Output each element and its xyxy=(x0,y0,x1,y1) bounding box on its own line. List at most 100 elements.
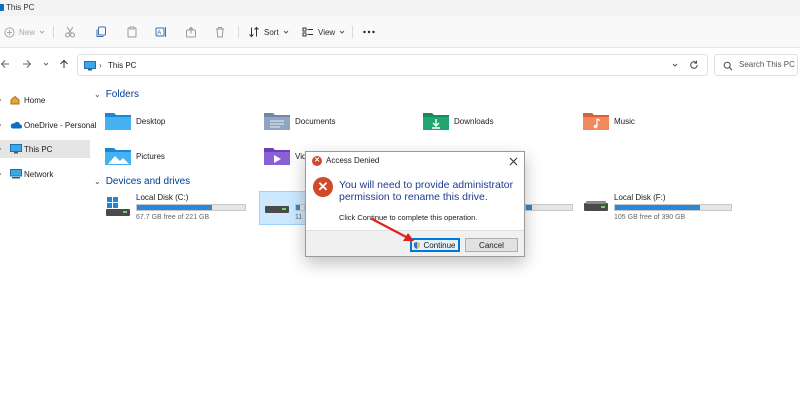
documents-folder-icon xyxy=(264,113,290,130)
sidebar-item-label: This PC xyxy=(24,144,53,154)
cancel-button[interactable]: Cancel xyxy=(465,238,518,252)
sidebar-item-this-pc[interactable]: › This PC xyxy=(0,140,90,158)
svg-text:A: A xyxy=(157,31,161,37)
sidebar-item-home[interactable]: › Home xyxy=(0,91,90,109)
folders-section-header[interactable]: ⌄ Folders xyxy=(94,89,139,100)
chevron-down-icon xyxy=(43,62,49,66)
folder-tile-documents[interactable]: Documents xyxy=(263,107,335,135)
section-title: Devices and drives xyxy=(105,176,191,187)
error-icon: ✕ xyxy=(313,177,333,197)
new-button[interactable]: New xyxy=(4,24,46,40)
new-button-label: New xyxy=(19,27,36,37)
toolbar-divider xyxy=(238,26,239,38)
drive-usage-fill xyxy=(137,205,212,210)
sort-button[interactable]: Sort xyxy=(248,24,290,40)
explorer-app-icon xyxy=(0,4,4,11)
copy-button[interactable] xyxy=(95,24,107,40)
recent-locations-button[interactable] xyxy=(40,58,52,70)
drive-usage-bar xyxy=(525,204,573,211)
drive-tile-c[interactable]: Local Disk (C:) 67.7 GB free of 221 GB xyxy=(106,193,256,225)
chevron-right-icon[interactable]: › xyxy=(0,122,1,129)
chevron-down-icon[interactable]: ⌄ xyxy=(94,90,101,99)
folder-tile-pictures[interactable]: Pictures xyxy=(104,142,165,170)
drive-icon xyxy=(265,206,289,213)
search-box[interactable] xyxy=(714,54,798,76)
search-icon xyxy=(723,61,733,71)
folder-label: Downloads xyxy=(454,116,494,126)
breadcrumb-separator-icon: › xyxy=(99,61,102,70)
rename-icon: A xyxy=(155,27,166,37)
breadcrumb[interactable]: This PC xyxy=(108,61,136,70)
cut-button[interactable] xyxy=(64,24,76,40)
toolbar-divider xyxy=(53,26,54,38)
delete-button[interactable] xyxy=(214,24,226,40)
trash-icon xyxy=(216,27,224,38)
refresh-icon[interactable] xyxy=(689,60,699,70)
videos-folder-icon xyxy=(264,148,290,165)
scissors-icon xyxy=(65,26,75,38)
arrow-right-icon xyxy=(23,60,32,68)
music-folder-icon xyxy=(583,113,609,130)
chevron-right-icon[interactable]: › xyxy=(0,97,1,104)
address-bar[interactable]: › This PC xyxy=(77,54,708,76)
folder-label: Pictures xyxy=(136,151,165,161)
copy-icon xyxy=(96,26,106,37)
continue-button[interactable]: Continue xyxy=(410,238,460,252)
pc-icon xyxy=(10,144,22,154)
toolbar-divider xyxy=(352,26,353,38)
drive-tile-selected[interactable]: 11 xyxy=(265,193,305,225)
paste-button[interactable] xyxy=(126,24,138,40)
sidebar-item-onedrive[interactable]: › OneDrive - Personal xyxy=(0,116,96,134)
drives-section-header[interactable]: ⌄ Devices and drives xyxy=(94,176,190,187)
sidebar-item-label: OneDrive - Personal xyxy=(24,120,97,130)
folder-tile-downloads[interactable]: Downloads xyxy=(422,107,494,135)
search-input[interactable] xyxy=(739,60,797,69)
share-icon xyxy=(186,26,196,38)
share-button[interactable] xyxy=(185,24,197,40)
plus-circle-icon xyxy=(4,26,15,38)
dialog-title: Access Denied xyxy=(326,156,380,165)
up-button[interactable] xyxy=(58,58,70,70)
back-button[interactable] xyxy=(0,58,11,70)
drive-usage-fill xyxy=(615,205,700,210)
section-title: Folders xyxy=(105,89,140,100)
drive-free-space: 105 GB free of 390 GB xyxy=(614,214,686,221)
arrow-up-icon xyxy=(60,59,68,68)
drive-usage-bar xyxy=(136,204,246,211)
view-button-label: View xyxy=(318,27,336,37)
chevron-down-icon xyxy=(283,30,289,34)
chevron-down-icon[interactable]: ⌄ xyxy=(94,177,101,186)
rename-button[interactable]: A xyxy=(155,24,167,40)
chevron-right-icon[interactable]: › xyxy=(0,146,1,153)
folder-tile-desktop[interactable]: Desktop xyxy=(104,107,165,135)
error-icon: ✕ xyxy=(312,156,322,166)
address-row: › This PC xyxy=(0,52,800,78)
drive-name: Local Disk (C:) xyxy=(136,193,189,202)
access-denied-dialog: ✕ Access Denied ✕ You will need to provi… xyxy=(305,151,525,257)
close-button[interactable] xyxy=(506,154,520,168)
title-bar: This PC xyxy=(0,0,800,16)
folder-label: Music xyxy=(614,116,635,126)
forward-button[interactable] xyxy=(21,58,33,70)
drive-icon xyxy=(584,201,608,211)
sidebar-item-label: Network xyxy=(24,169,54,179)
clipboard-icon xyxy=(127,26,137,38)
sort-button-label: Sort xyxy=(264,27,279,37)
close-icon xyxy=(509,157,517,165)
downloads-folder-icon xyxy=(423,113,449,130)
sidebar-item-network[interactable]: › Network xyxy=(0,165,90,183)
network-icon xyxy=(10,169,22,179)
folder-tile-music[interactable]: Music xyxy=(582,107,635,135)
drive-tile-f[interactable]: Local Disk (F:) 105 GB free of 390 GB xyxy=(584,193,734,225)
sort-icon xyxy=(249,26,259,38)
chevron-down-icon[interactable] xyxy=(671,61,679,69)
view-button[interactable]: View xyxy=(302,24,346,40)
drive-usage-bar xyxy=(295,204,305,211)
chevron-right-icon[interactable]: › xyxy=(0,171,1,178)
drive-usage-fill xyxy=(526,205,532,210)
desktop-folder-icon xyxy=(105,113,131,130)
chevron-down-icon xyxy=(339,30,345,34)
more-options-button[interactable] xyxy=(362,24,376,40)
onedrive-icon xyxy=(10,121,22,129)
drive-free-space: 11 xyxy=(295,214,303,221)
